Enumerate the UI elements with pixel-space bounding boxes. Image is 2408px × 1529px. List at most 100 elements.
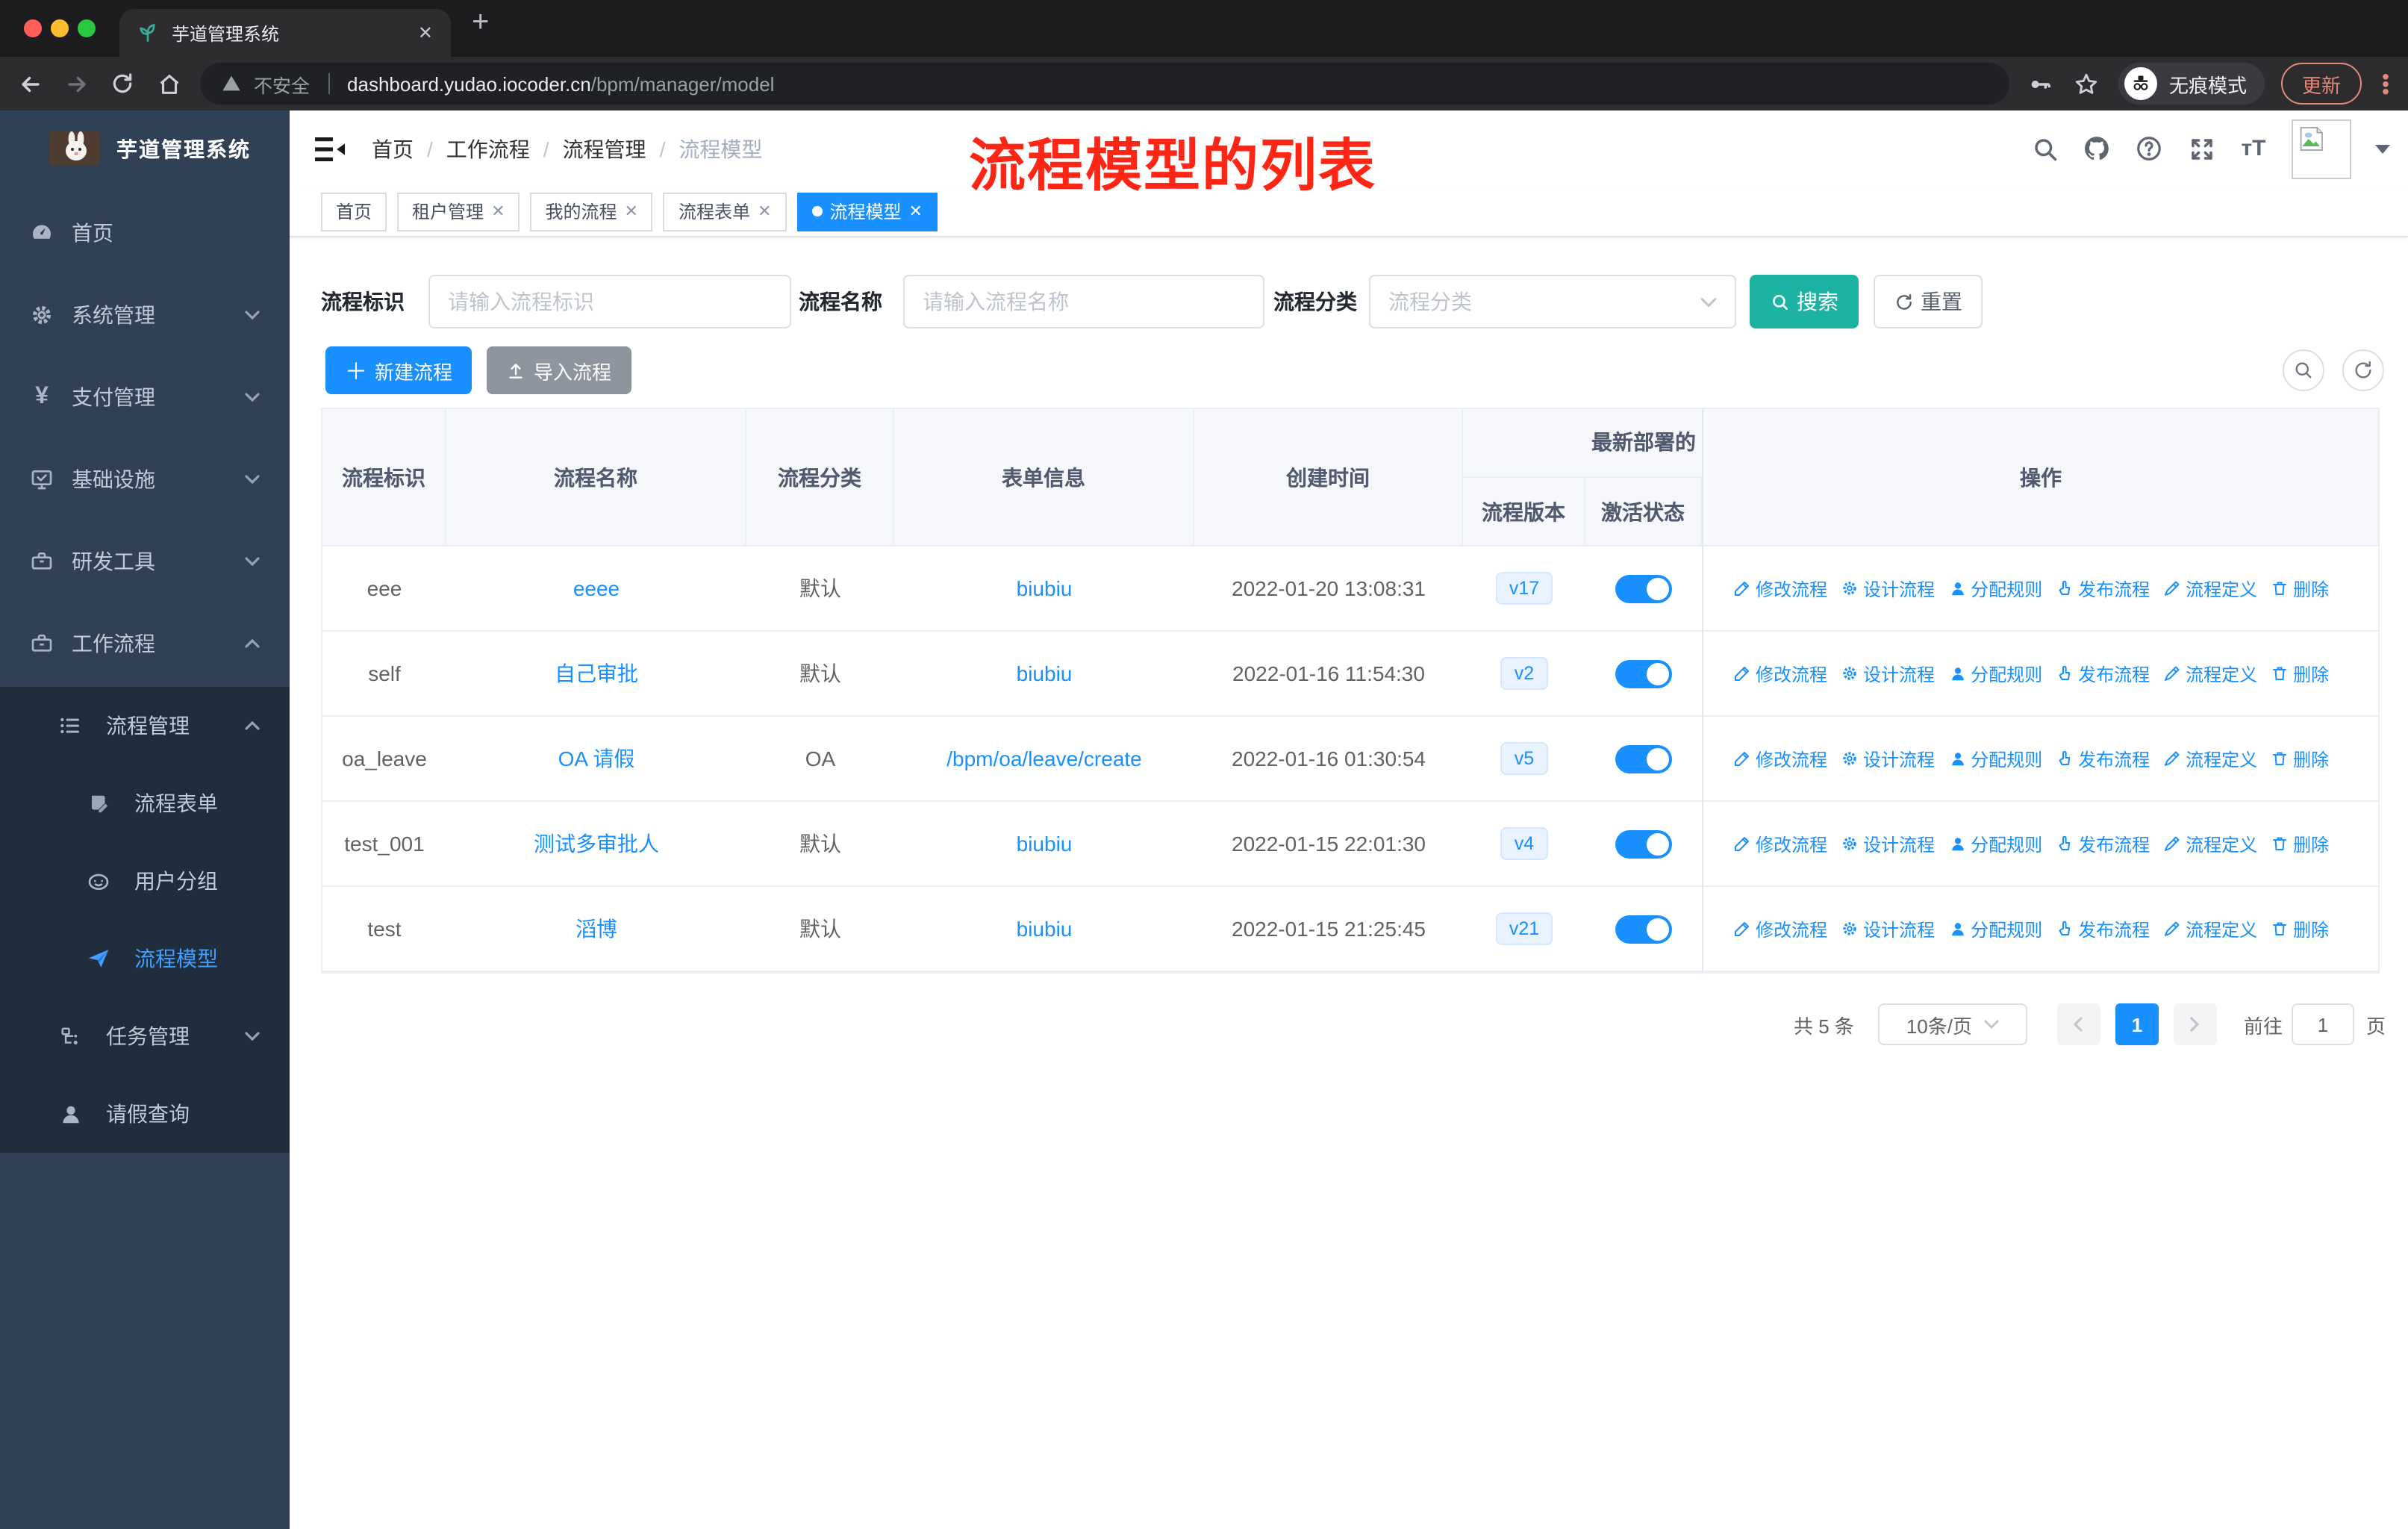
sidebar-item-infrastructure[interactable]: 基础设施 [0, 437, 290, 520]
breadcrumb-home[interactable]: 首页 [372, 134, 414, 164]
breadcrumb-process-management[interactable]: 流程管理 [563, 134, 646, 164]
delete-link[interactable]: 删除 [2271, 576, 2329, 601]
tag-process-model[interactable]: 流程模型 ✕ [796, 192, 938, 231]
tag-process-form[interactable]: 流程表单 ✕ [663, 192, 787, 231]
cell-form-link[interactable]: biubiu [1017, 917, 1073, 941]
cell-form-link[interactable]: /bpm/oa/leave/create [946, 747, 1142, 770]
modify-process-link[interactable]: 修改流程 [1733, 576, 1827, 601]
import-process-button[interactable]: 导入流程 [487, 346, 631, 394]
sidebar-item-task-management[interactable]: 任务管理 [0, 997, 290, 1075]
filter-id-input[interactable] [428, 275, 791, 328]
close-window-button[interactable] [24, 19, 42, 37]
sidebar-item-home[interactable]: 首页 [0, 191, 290, 273]
assign-rule-link[interactable]: 分配规则 [1948, 661, 2042, 686]
active-toggle[interactable] [1615, 659, 1672, 688]
sidebar-item-leave-query[interactable]: 请假查询 [0, 1075, 290, 1153]
version-tag[interactable]: v2 [1500, 656, 1548, 691]
bookmark-star-icon[interactable] [2072, 69, 2102, 99]
assign-rule-link[interactable]: 分配规则 [1948, 831, 2042, 856]
filter-category-select[interactable]: 流程分类 [1369, 275, 1736, 328]
cell-name-link[interactable]: 测试多审批人 [534, 829, 659, 859]
page-size-select[interactable]: 10条/页 [1877, 1003, 2027, 1045]
publish-process-link[interactable]: 发布流程 [2056, 576, 2150, 601]
design-process-link[interactable]: 设计流程 [1841, 746, 1935, 771]
avatar[interactable] [2292, 119, 2351, 178]
publish-process-link[interactable]: 发布流程 [2056, 831, 2150, 856]
page-number-button[interactable]: 1 [2115, 1003, 2159, 1045]
forward-icon[interactable] [61, 69, 91, 99]
reset-button[interactable]: 重置 [1874, 275, 1983, 328]
address-bar[interactable]: 不安全 dashboard.yudao.iocoder.cn/bpm/manag… [200, 63, 2009, 105]
password-key-icon[interactable] [2026, 69, 2056, 99]
maximize-window-button[interactable] [78, 19, 96, 37]
active-toggle[interactable] [1615, 574, 1672, 602]
breadcrumb-workflow[interactable]: 工作流程 [446, 134, 530, 164]
home-icon[interactable] [154, 69, 184, 99]
goto-page-input[interactable] [2291, 1003, 2354, 1045]
publish-process-link[interactable]: 发布流程 [2056, 746, 2150, 771]
filter-name-input[interactable] [903, 275, 1264, 328]
new-tab-button[interactable]: + [472, 6, 489, 40]
fullscreen-icon[interactable] [2187, 134, 2215, 163]
font-size-icon[interactable]: ᴛT [2239, 134, 2268, 163]
cell-name-link[interactable]: eeee [573, 576, 620, 600]
github-icon[interactable] [2083, 134, 2111, 163]
modify-process-link[interactable]: 修改流程 [1733, 746, 1827, 771]
process-definition-link[interactable]: 流程定义 [2163, 661, 2257, 686]
publish-process-link[interactable]: 发布流程 [2056, 916, 2150, 941]
active-toggle[interactable] [1615, 915, 1672, 943]
close-icon[interactable]: ✕ [625, 202, 638, 221]
design-process-link[interactable]: 设计流程 [1841, 916, 1935, 941]
active-toggle[interactable] [1615, 829, 1672, 858]
assign-rule-link[interactable]: 分配规则 [1948, 916, 2042, 941]
process-definition-link[interactable]: 流程定义 [2163, 746, 2257, 771]
tag-tenant[interactable]: 租户管理 ✕ [397, 192, 520, 231]
sidebar-item-user-group[interactable]: 用户分组 [0, 842, 290, 920]
browser-tab[interactable]: 芋道管理系统 ✕ [119, 9, 451, 57]
design-process-link[interactable]: 设计流程 [1841, 576, 1935, 601]
sidebar-logo-row[interactable]: 芋道管理系统 [0, 110, 290, 187]
create-process-button[interactable]: ＋ 新建流程 [325, 346, 472, 394]
cell-form-link[interactable]: biubiu [1017, 832, 1073, 856]
version-tag[interactable]: v4 [1500, 826, 1548, 861]
version-tag[interactable]: v17 [1495, 571, 1553, 605]
design-process-link[interactable]: 设计流程 [1841, 831, 1935, 856]
sidebar-collapse-icon[interactable] [315, 137, 345, 161]
sidebar-item-payment[interactable]: ¥ 支付管理 [0, 355, 290, 437]
sidebar-item-devtools[interactable]: 研发工具 [0, 520, 290, 602]
show-search-toggle-button[interactable] [2283, 349, 2324, 391]
sidebar-item-system[interactable]: 系统管理 [0, 273, 290, 355]
close-icon[interactable]: ✕ [758, 202, 771, 221]
assign-rule-link[interactable]: 分配规则 [1948, 576, 2042, 601]
assign-rule-link[interactable]: 分配规则 [1948, 746, 2042, 771]
help-icon[interactable] [2135, 134, 2163, 163]
design-process-link[interactable]: 设计流程 [1841, 661, 1935, 686]
delete-link[interactable]: 删除 [2271, 661, 2329, 686]
tab-close-icon[interactable]: ✕ [418, 22, 433, 43]
close-icon[interactable]: ✕ [491, 202, 505, 221]
refresh-table-button[interactable] [2342, 349, 2384, 391]
cell-name-link[interactable]: 自己审批 [555, 658, 638, 688]
tag-my-process[interactable]: 我的流程 ✕ [530, 192, 653, 231]
delete-link[interactable]: 删除 [2271, 831, 2329, 856]
browser-update-button[interactable]: 更新 [2280, 63, 2362, 105]
cell-name-link[interactable]: OA 请假 [558, 744, 635, 773]
process-definition-link[interactable]: 流程定义 [2163, 831, 2257, 856]
modify-process-link[interactable]: 修改流程 [1733, 831, 1827, 856]
minimize-window-button[interactable] [51, 19, 69, 37]
next-page-button[interactable] [2173, 1003, 2217, 1045]
modify-process-link[interactable]: 修改流程 [1733, 916, 1827, 941]
tag-home[interactable]: 首页 [321, 192, 387, 231]
reload-icon[interactable] [107, 69, 137, 99]
modify-process-link[interactable]: 修改流程 [1733, 661, 1827, 686]
version-tag[interactable]: v21 [1495, 912, 1553, 946]
sidebar-item-process-form[interactable]: 流程表单 [0, 764, 290, 842]
cell-form-link[interactable]: biubiu [1017, 576, 1073, 600]
close-icon[interactable]: ✕ [908, 202, 922, 221]
process-definition-link[interactable]: 流程定义 [2163, 576, 2257, 601]
search-icon[interactable] [2030, 134, 2059, 163]
sidebar-item-process-model[interactable]: 流程模型 [0, 920, 290, 997]
active-toggle[interactable] [1615, 744, 1672, 773]
avatar-caret-icon[interactable] [2375, 144, 2390, 153]
search-button[interactable]: 搜索 [1750, 275, 1859, 328]
